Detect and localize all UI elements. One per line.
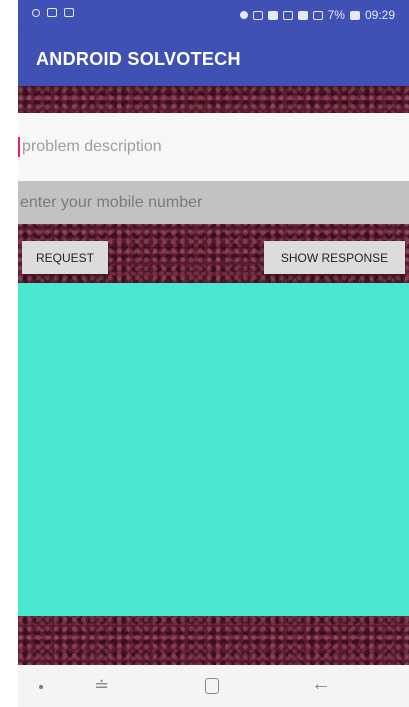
status-bar-left bbox=[32, 8, 74, 17]
status-bar-right: 7% 09:29 bbox=[239, 8, 395, 22]
clock: 09:29 bbox=[364, 8, 395, 22]
battery-icon bbox=[349, 10, 360, 20]
signal-icon bbox=[312, 10, 323, 20]
message-icon bbox=[47, 8, 57, 17]
mute-icon bbox=[252, 10, 263, 20]
show-response-button[interactable]: SHOW RESPONSE bbox=[264, 241, 405, 274]
cast-icon bbox=[64, 8, 74, 17]
response-panel bbox=[18, 283, 409, 616]
app-title: ANDROID SOLVOTECH bbox=[36, 49, 241, 69]
app-bar: ANDROID SOLVOTECH bbox=[18, 30, 409, 86]
alarm-icon bbox=[239, 11, 248, 19]
battery-percent: 7% bbox=[327, 8, 345, 22]
recent-apps-icon[interactable]: ≐ bbox=[94, 675, 109, 696]
home-icon[interactable] bbox=[205, 678, 219, 694]
wifi-icon bbox=[282, 10, 293, 20]
back-icon[interactable]: ← bbox=[311, 673, 331, 696]
status-bar: 7% 09:29 bbox=[18, 0, 409, 30]
nfc-icon bbox=[267, 10, 278, 20]
request-button[interactable]: REQUEST bbox=[22, 241, 108, 274]
screen: 7% 09:29 ANDROID SOLVOTECH REQUEST SHOW … bbox=[18, 0, 409, 707]
data-icon bbox=[297, 10, 308, 20]
problem-description-input[interactable] bbox=[18, 113, 409, 181]
mobile-number-input[interactable] bbox=[18, 181, 409, 224]
notification-icon bbox=[32, 8, 40, 17]
nav-dot-icon[interactable] bbox=[39, 685, 43, 689]
text-cursor bbox=[18, 137, 20, 157]
navigation-bar: ≐ ← bbox=[18, 665, 409, 707]
